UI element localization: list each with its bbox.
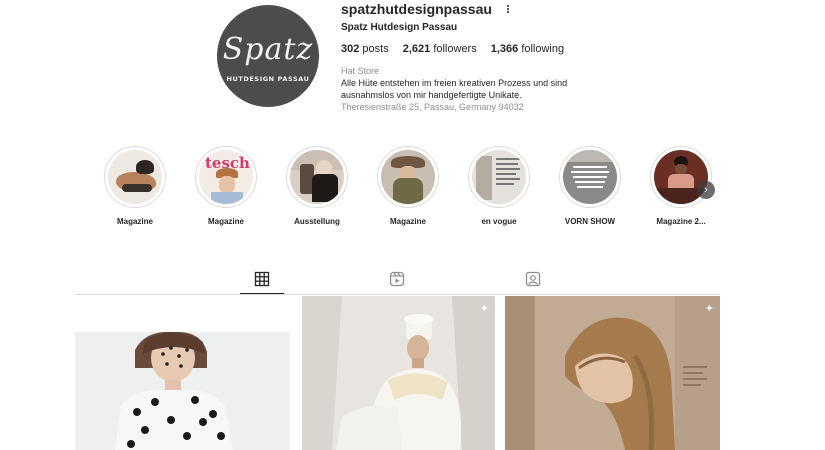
post-image <box>505 296 720 450</box>
profile-category: Hat Store <box>341 66 380 76</box>
highlight-ring <box>468 146 530 208</box>
highlight-item[interactable]: en vogue <box>464 146 534 226</box>
highlight-label: Magazine <box>116 217 153 226</box>
avatar-logo-tagline: HUTDESIGN PASSAU <box>226 75 310 83</box>
followers-count: 2,621 <box>402 43 431 55</box>
post-image <box>75 296 290 450</box>
posts-count: 302 <box>341 43 360 55</box>
highlight-cover <box>290 150 344 204</box>
posts-label: posts <box>362 43 389 55</box>
highlight-cover: tesch <box>199 150 253 204</box>
highlight-cover <box>381 150 435 204</box>
profile-full-name: Spatz Hutdesign Passau <box>341 22 458 33</box>
followers-label: followers <box>433 43 477 55</box>
posts-stat: 302 posts <box>341 43 389 55</box>
reels-icon <box>389 271 405 287</box>
post-image <box>302 296 495 450</box>
tab-posts[interactable] <box>254 271 270 287</box>
highlight-item[interactable]: tesch Magazine <box>191 146 261 226</box>
pinned-icon: ✦ <box>704 303 714 315</box>
grid-icon <box>254 271 270 287</box>
tab-tagged[interactable] <box>525 271 541 287</box>
post-tile[interactable]: ✦ <box>505 296 720 450</box>
tagged-icon <box>525 271 541 287</box>
profile-bio: Alle Hüte entstehen im freien kreativen … <box>341 78 568 100</box>
avatar-logo-script: Spatz <box>222 32 314 67</box>
highlight-ring <box>104 146 166 208</box>
following-stat[interactable]: 1,366 following <box>491 43 564 55</box>
profile-username: spatzhutdesignpassau <box>341 1 492 17</box>
highlight-label: Magazine <box>207 217 244 226</box>
highlight-item[interactable]: Ausstellung <box>282 146 352 226</box>
following-label: following <box>521 43 565 55</box>
following-count: 1,366 <box>490 43 519 55</box>
highlight-ring <box>377 146 439 208</box>
highlight-label: Magazine 2... <box>656 217 706 226</box>
highlight-label: VORN SHOW <box>564 217 616 226</box>
highlight-item[interactable]: Magazine <box>373 146 443 226</box>
highlight-cover <box>108 150 162 204</box>
highlight-label: Magazine <box>389 217 426 226</box>
tab-reels[interactable] <box>389 271 405 287</box>
profile-address[interactable]: Theresienstraße 25, Passau, Germany 9403… <box>341 102 524 112</box>
post-tile[interactable] <box>75 296 290 450</box>
highlights-next-button[interactable]: › <box>697 181 715 199</box>
more-options-icon[interactable] <box>501 2 515 16</box>
highlight-label: en vogue <box>481 217 517 226</box>
highlight-ring <box>559 146 621 208</box>
profile-avatar[interactable]: Spatz HUTDESIGN PASSAU <box>217 5 319 107</box>
highlight-cover <box>472 150 526 204</box>
highlight-cover <box>563 150 617 204</box>
chevron-right-icon: › <box>704 184 708 196</box>
highlight-ring: tesch <box>195 146 257 208</box>
highlight-label: Ausstellung <box>294 217 340 226</box>
highlight-item[interactable]: Magazine <box>100 146 170 226</box>
pinned-icon: ✦ <box>479 303 489 315</box>
highlight-item[interactable]: VORN SHOW <box>555 146 625 226</box>
tabs-divider <box>75 294 720 295</box>
post-tile[interactable]: ✦ <box>302 296 495 450</box>
highlight-ring <box>286 146 348 208</box>
profile-stats: 302 posts 2,621 followers 1,366 followin… <box>341 43 564 55</box>
followers-stat[interactable]: 2,621 followers <box>403 43 477 55</box>
